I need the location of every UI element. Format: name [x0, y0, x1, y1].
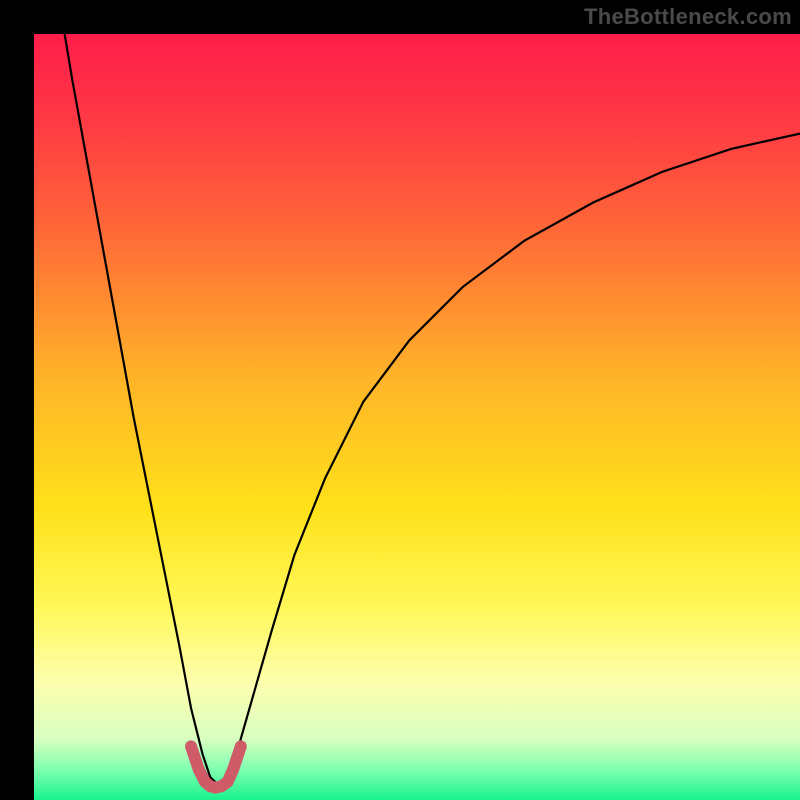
- plot-background: [34, 34, 800, 800]
- chart-stage: TheBottleneck.com: [0, 0, 800, 800]
- bottleneck-chart: [0, 0, 800, 800]
- watermark-text: TheBottleneck.com: [584, 4, 792, 30]
